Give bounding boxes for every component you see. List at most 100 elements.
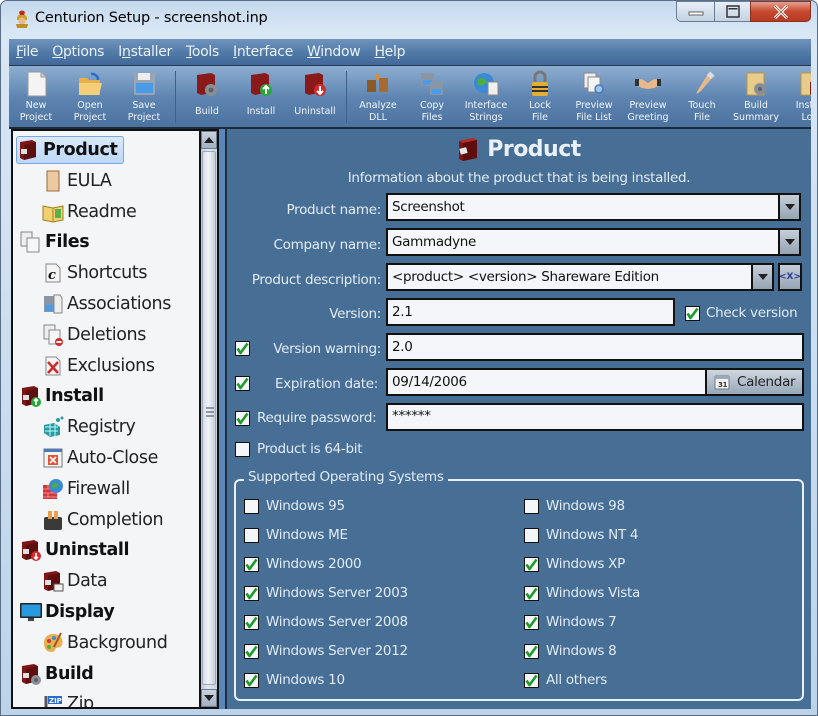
os-checkbox-windows-me[interactable] [244,528,259,543]
tree-item-eula[interactable]: EULA [41,167,112,195]
menu-window[interactable]: Window [307,44,361,60]
associations-icon [44,294,63,314]
grip-line [206,411,214,413]
os-checkbox-windows-server-2003[interactable] [244,586,259,601]
build-summary-button[interactable]: Build Summary [729,66,783,127]
password-input[interactable]: ****** [386,403,804,431]
os-checkbox-windows-vista[interactable] [524,586,539,601]
scrollbar-thumb[interactable] [202,151,216,685]
tree-item-product[interactable]: Product [16,136,125,164]
copy-files-button[interactable]: Copy Files [405,66,459,127]
tree-item-display[interactable]: Display [19,598,115,626]
toolbar-button-label: Save Project [127,100,161,123]
page-subtitle: Information about the product that is be… [347,170,691,186]
tree-item-install[interactable]: Install [19,382,104,410]
maximize-button[interactable] [714,1,750,22]
check-version-checkbox[interactable] [685,306,700,321]
checkmark-icon [245,674,258,687]
scroll-down-button[interactable] [201,689,217,707]
menu-interface[interactable]: Interface [233,44,293,60]
tree-item-zip[interactable]: ZIP Zip [41,690,94,707]
toolbar-icon [22,70,50,98]
menu-file[interactable]: File [16,44,39,60]
tree-item-background[interactable]: Background [41,629,168,657]
product-64bit-checkbox[interactable] [235,442,250,457]
interface-strings-button[interactable]: Interface Strings [459,66,513,127]
tree-item-uninstall[interactable]: Uninstall [19,536,130,564]
menu-tools[interactable]: Tools [186,44,219,60]
product-description-input[interactable]: <product> <version> Shareware Edition [386,263,753,291]
product-description-dropdown-button[interactable] [752,263,774,291]
menu-help[interactable]: Help [374,44,405,60]
company-name-dropdown-button[interactable] [779,228,801,256]
version-label: Version: [329,306,381,322]
os-checkbox-windows-server-2008[interactable] [244,615,259,630]
shortcut-icon: c [45,263,61,283]
os-checkbox-windows-server-2012[interactable] [244,644,259,659]
uninstall-box-icon [22,540,41,562]
pane-splitter[interactable] [219,129,227,709]
os-checkbox-label: Windows 98 [546,498,625,514]
os-checkbox-windows-xp[interactable] [524,557,539,572]
company-name-input[interactable]: Gammadyne [386,228,780,256]
toolbar-button-label: New Project [19,100,53,123]
tree-item-associations[interactable]: Associations [41,290,171,318]
minimize-button[interactable] [676,1,714,22]
open-project-button[interactable]: Open Project [63,66,117,127]
menu-installer[interactable]: Installer [118,44,172,60]
touch-file-icon [696,71,715,94]
tree-scrollbar[interactable] [199,131,217,707]
product-name-dropdown-button[interactable] [779,193,801,221]
lock-file-button[interactable]: Lock File [513,66,567,127]
tree-item-exclusions[interactable]: Exclusions [41,352,155,380]
install-button[interactable]: Install [234,66,288,127]
tree-item-data[interactable]: Data [41,567,108,595]
tree-item-label: Auto-Close [67,448,158,468]
toolbar-icon [526,70,554,98]
touch-file-button[interactable]: Touch File [675,66,729,127]
tree-item-completion[interactable]: Completion [41,506,164,534]
menu-options[interactable]: Options [52,44,104,60]
maximize-icon [725,4,740,18]
os-checkbox-windows-2000[interactable] [244,557,259,572]
expiration-date-input[interactable]: 09/14/2006 [386,368,707,396]
insert-variable-button[interactable]: <X> [778,263,802,291]
calendar-button[interactable]: 31 Calendar [705,368,804,396]
install-log-button[interactable]: Install Log [783,66,811,127]
tree-item-shortcuts[interactable]: c Shortcuts [41,259,147,287]
os-checkbox-windows-nt-4[interactable] [524,528,539,543]
os-checkbox-windows-7[interactable] [524,615,539,630]
preview-file-list-button[interactable]: Preview File List [567,66,621,127]
preview-greeting-button[interactable]: Preview Greeting [621,66,675,127]
version-warning-input[interactable]: 2.0 [386,333,804,361]
tree-item-auto-close[interactable]: Auto-Close [41,444,158,472]
os-checkbox-windows-98[interactable] [524,499,539,514]
tree-item-build[interactable]: Build [19,660,94,688]
close-button[interactable] [750,1,811,22]
analyze-dll-button[interactable]: Analyze DLL [351,66,405,127]
tree-item-firewall[interactable]: Firewall [41,475,130,503]
scroll-up-button[interactable] [201,131,217,149]
tree-item-deletions[interactable]: Deletions [41,321,146,349]
data-icon [44,571,64,592]
toolbar-button-label: Lock File [529,100,551,123]
tree-item-label: Background [67,632,168,653]
save-project-button[interactable]: Save Project [117,66,171,127]
product-name-input[interactable]: Screenshot [386,193,780,221]
toolbar-icon [418,70,446,98]
version-input[interactable]: 2.1 [386,298,675,326]
tree-item-label: Zip [67,694,94,707]
require-password-checkbox[interactable] [235,411,250,426]
new-project-button[interactable]: New Project [9,66,63,127]
os-checkbox-all-others[interactable] [524,673,539,688]
uninstall-button[interactable]: Uninstall [288,66,342,127]
os-checkbox-windows-95[interactable] [244,499,259,514]
svg-text:ZIP: ZIP [49,697,62,705]
tree-item-readme[interactable]: Readme [41,198,137,226]
build-button[interactable]: Build [180,66,234,127]
os-checkbox-windows-10[interactable] [244,673,259,688]
toolbar-button-label: Build Summary [733,100,779,123]
tree-item-registry[interactable]: Registry [41,413,136,441]
tree-item-files[interactable]: Files [19,228,90,256]
os-checkbox-windows-8[interactable] [524,644,539,659]
